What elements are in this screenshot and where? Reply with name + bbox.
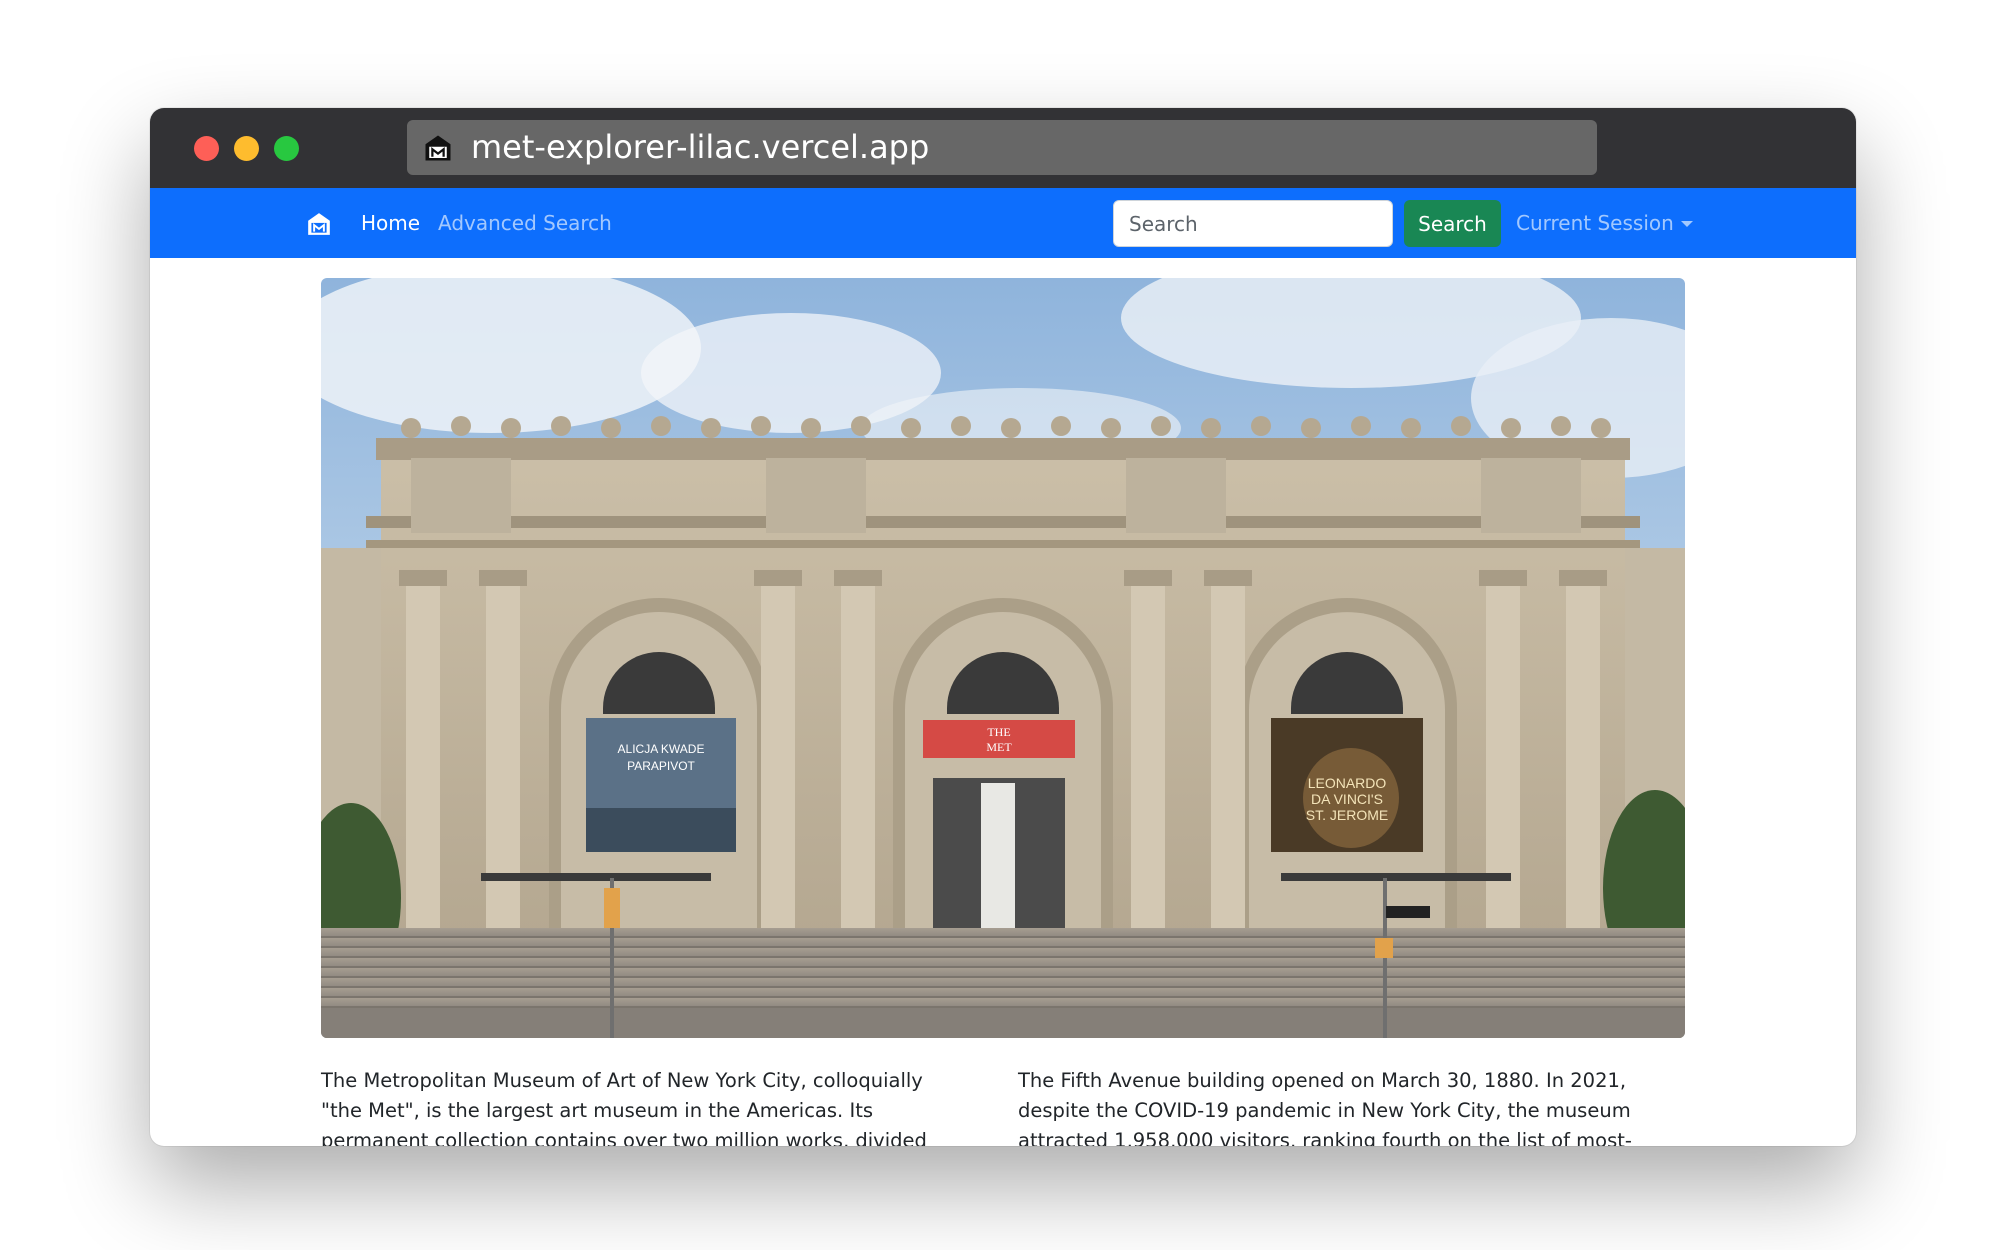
banner-right-line2: DA VINCI'S [1311, 791, 1383, 807]
museum-icon [425, 135, 451, 161]
search-input[interactable] [1113, 200, 1393, 247]
banner-left-line1: ALICJA KWADE [618, 742, 705, 756]
address-bar[interactable]: met-explorer-lilac.vercel.app [407, 120, 1597, 175]
current-session-label: Current Session [1516, 211, 1674, 235]
met-museum-facade-image: ALICJA KWADE PARAPIVOT THE MET LEONARDO … [321, 278, 1685, 1038]
museum-icon[interactable] [306, 211, 332, 237]
browser-window: met-explorer-lilac.vercel.app Home Advan… [150, 108, 1856, 1146]
intro-paragraph-right: The Fifth Avenue building opened on Marc… [1018, 1069, 1632, 1146]
search-button[interactable]: Search [1404, 200, 1501, 247]
banner-right-line1: LEONARDO [1308, 775, 1387, 791]
banner-left-line2: PARAPIVOT [627, 759, 695, 773]
chevron-down-icon [1680, 221, 1693, 227]
nav-link-home[interactable]: Home [361, 188, 420, 258]
hero-image: ALICJA KWADE PARAPIVOT THE MET LEONARDO … [321, 278, 1685, 1038]
browser-titlebar: met-explorer-lilac.vercel.app [150, 108, 1856, 188]
maximize-window-button[interactable] [274, 136, 299, 161]
nav-link-advanced-search[interactable]: Advanced Search [438, 188, 612, 258]
address-bar-url: met-explorer-lilac.vercel.app [471, 128, 930, 166]
main-content: ALICJA KWADE PARAPIVOT THE MET LEONARDO … [150, 258, 1856, 1146]
banner-center-line2: MET [986, 740, 1012, 754]
navbar: Home Advanced Search Search Current Sess… [150, 188, 1856, 258]
close-window-button[interactable] [194, 136, 219, 161]
banner-right-line3: ST. JEROME [1306, 807, 1388, 823]
current-session-dropdown[interactable]: Current Session [1516, 188, 1693, 258]
intro-paragraph-left: The Metropolitan Museum of Art of New Yo… [321, 1069, 927, 1146]
minimize-window-button[interactable] [234, 136, 259, 161]
banner-center-line1: THE [987, 725, 1010, 739]
